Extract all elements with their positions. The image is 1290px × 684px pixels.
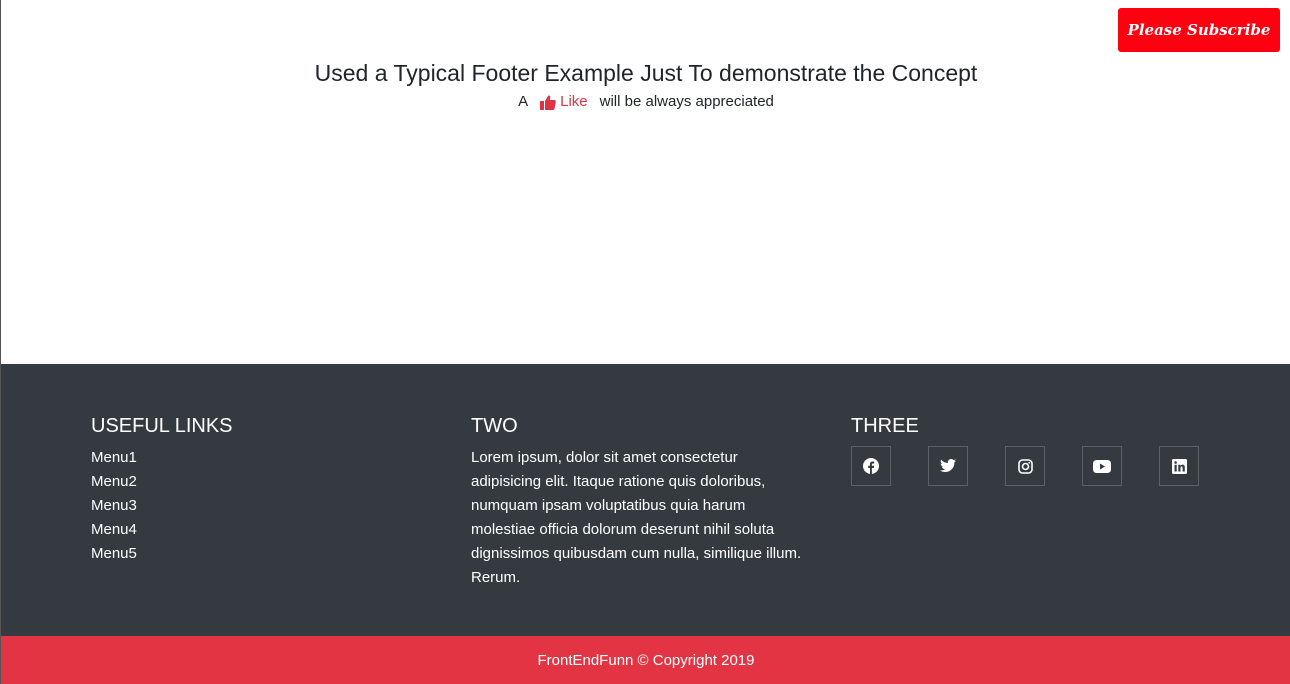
hero-suffix: will be always appreciated bbox=[599, 93, 774, 110]
copyright-bar: FrontEndFunn © Copyright 2019 bbox=[1, 636, 1290, 684]
linkedin-button[interactable] bbox=[1159, 446, 1199, 486]
footer: USEFUL LINKS Menu1 Menu2 Menu3 Menu4 Men… bbox=[1, 364, 1290, 636]
hero-subtitle: A Like will be always appreciated bbox=[1, 92, 1290, 112]
facebook-button[interactable] bbox=[851, 446, 891, 486]
menu-link-1[interactable]: Menu1 bbox=[91, 446, 431, 470]
column-heading: TWO bbox=[471, 415, 518, 437]
subscribe-button[interactable]: Please Subscribe bbox=[1118, 8, 1280, 52]
thumbs-up-icon bbox=[540, 94, 556, 110]
menu-link-4[interactable]: Menu4 bbox=[91, 518, 431, 542]
page-title: Used a Typical Footer Example Just To de… bbox=[314, 60, 978, 86]
youtube-button[interactable] bbox=[1082, 446, 1122, 486]
lorem-text: Lorem ipsum, dolor sit amet consectetur … bbox=[471, 449, 802, 586]
twitter-icon bbox=[940, 459, 956, 472]
facebook-icon bbox=[863, 458, 879, 474]
instagram-button[interactable] bbox=[1005, 446, 1045, 486]
like-label: Like bbox=[560, 93, 588, 110]
copyright-text: FrontEndFunn © Copyright 2019 bbox=[537, 651, 755, 669]
hero-prefix: A bbox=[518, 93, 529, 110]
page: Please Subscribe Used a Typical Footer E… bbox=[0, 0, 1290, 684]
column-heading: THREE bbox=[851, 415, 919, 437]
footer-column-three: THREE bbox=[851, 414, 1211, 486]
menu-list: Menu1 Menu2 Menu3 Menu4 Menu5 bbox=[91, 446, 431, 566]
menu-link-2[interactable]: Menu2 bbox=[91, 470, 431, 494]
menu-link-5[interactable]: Menu5 bbox=[91, 542, 431, 566]
footer-column-two: TWO Lorem ipsum, dolor sit amet consecte… bbox=[471, 414, 811, 590]
like-link[interactable]: Like bbox=[540, 92, 588, 112]
social-links bbox=[851, 446, 1211, 486]
hero: Used a Typical Footer Example Just To de… bbox=[1, 58, 1290, 112]
menu-link-3[interactable]: Menu3 bbox=[91, 494, 431, 518]
twitter-button[interactable] bbox=[928, 446, 968, 486]
instagram-icon bbox=[1017, 458, 1033, 474]
linkedin-icon bbox=[1171, 458, 1187, 474]
footer-column-useful-links: USEFUL LINKS Menu1 Menu2 Menu3 Menu4 Men… bbox=[91, 414, 431, 566]
youtube-icon bbox=[1093, 459, 1111, 473]
column-heading: USEFUL LINKS bbox=[91, 415, 233, 437]
